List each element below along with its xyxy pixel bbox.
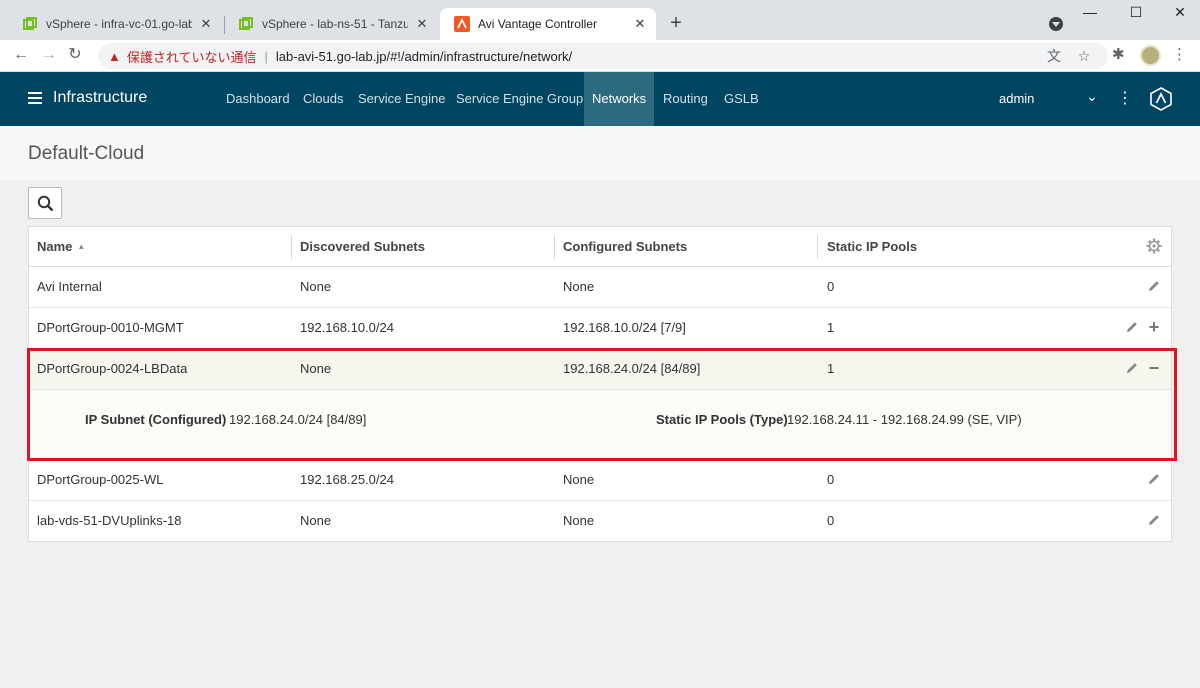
static-ip-pools-cell: 1: [827, 320, 835, 335]
column-divider[interactable]: [817, 235, 818, 259]
configured-subnets-cell: None: [563, 472, 595, 487]
search-button[interactable]: [28, 187, 62, 219]
forward-arrow-icon[interactable]: →: [38, 44, 60, 66]
address-bar[interactable]: ▲ 保護されていない通信 | lab-avi-51.go-lab.jp/#!/a…: [98, 43, 1108, 69]
static-ip-pools-cell: 0: [827, 513, 835, 528]
edit-pencil-icon[interactable]: [1147, 279, 1161, 293]
table-row[interactable]: DPortGroup-0025-WL 192.168.25.0/24 None …: [29, 460, 1171, 501]
column-header-label: Name: [37, 239, 73, 254]
column-header-name[interactable]: Name ▲: [29, 227, 85, 267]
vsphere-favicon-icon: [23, 17, 37, 30]
table-row[interactable]: Avi Internal None None 0: [29, 267, 1171, 308]
sort-ascending-icon: ▲: [77, 242, 86, 251]
table-row-selected[interactable]: DPortGroup-0024-LBData None 192.168.24.0…: [29, 349, 1171, 390]
table-header: Name ▲ Discovered Subnets Configured Subn…: [29, 227, 1171, 267]
ip-subnet-label: IP Subnet (Configured): [85, 412, 227, 427]
network-name: lab-vds-51-DVUplinks-18: [37, 513, 182, 528]
browser-tab-avi[interactable]: Avi Vantage Controller ✕: [440, 8, 656, 40]
page-title: Default-Cloud: [28, 143, 145, 164]
network-name: DPortGroup-0010-MGMT: [37, 320, 184, 335]
gear-icon[interactable]: [1146, 238, 1162, 254]
static-ip-pools-cell: 0: [827, 472, 835, 487]
static-ip-pools-label: Static IP Pools (Type): [656, 412, 788, 427]
networks-table: Name ▲ Discovered Subnets Configured Subn…: [28, 226, 1172, 542]
bookmark-star-icon[interactable]: ☆: [1074, 43, 1094, 69]
close-tab-icon[interactable]: ✕: [414, 16, 430, 32]
row-details-panel: IP Subnet (Configured) 192.168.24.0/24 […: [29, 390, 1171, 459]
maximize-button[interactable]: ☐: [1121, 4, 1151, 21]
browser-menu-icon[interactable]: ⋮: [1172, 45, 1187, 63]
browser-toolbar: ← → ↻ ▲ 保護されていない通信 | lab-avi-51.go-lab.j…: [0, 40, 1200, 72]
discovered-subnets-cell: None: [300, 279, 332, 294]
configured-subnets-cell: 192.168.24.0/24 [84/89]: [563, 361, 701, 376]
new-tab-button[interactable]: +: [666, 12, 686, 34]
close-tab-icon[interactable]: ✕: [632, 16, 648, 32]
app-section-title: Infrastructure: [53, 89, 148, 106]
window-close-button[interactable]: ✕: [1165, 4, 1195, 21]
ip-subnet-value: 192.168.24.0/24 [84/89]: [229, 412, 367, 427]
reload-icon[interactable]: ↻: [64, 44, 86, 66]
column-header-discovered-subnets[interactable]: Discovered Subnets: [292, 227, 425, 267]
security-warning[interactable]: 保護されていない通信: [127, 47, 257, 66]
search-icon: [37, 195, 54, 212]
edit-pencil-icon[interactable]: [1147, 513, 1161, 527]
url-text[interactable]: lab-avi-51.go-lab.jp/#!/admin/infrastruc…: [276, 49, 572, 64]
browser-tab-title: vSphere - lab-ns-51 - Tanzu Kube: [262, 17, 408, 31]
warning-icon: ▲: [108, 48, 121, 64]
nav-tab-gslb[interactable]: GSLB: [716, 72, 767, 126]
avi-favicon-icon: [454, 16, 470, 32]
nav-tab-service-engine[interactable]: Service Engine: [350, 72, 453, 126]
avi-logo-icon: [1150, 87, 1172, 111]
browser-tab-vsphere-infra[interactable]: vSphere - infra-vc-01.go-lab.jp - ✕: [8, 8, 222, 40]
table-row[interactable]: lab-vds-51-DVUplinks-18 None None 0: [29, 501, 1171, 542]
close-tab-icon[interactable]: ✕: [198, 16, 214, 32]
collapse-row-icon[interactable]: −: [1146, 358, 1162, 378]
expand-row-icon[interactable]: +: [1146, 317, 1162, 337]
discovered-subnets-cell: None: [300, 513, 332, 528]
static-ip-pools-cell: 1: [827, 361, 835, 376]
more-options-icon[interactable]: ⋮: [1117, 88, 1133, 108]
nav-tab-clouds[interactable]: Clouds: [295, 72, 351, 126]
discovered-subnets-cell: None: [300, 361, 332, 376]
minimize-button[interactable]: —: [1075, 4, 1105, 20]
hamburger-menu-icon[interactable]: [28, 92, 42, 104]
configured-subnets-cell: None: [563, 513, 595, 528]
discovered-subnets-cell: 192.168.10.0/24: [300, 320, 394, 335]
nav-tab-dashboard[interactable]: Dashboard: [218, 72, 298, 126]
edit-pencil-icon[interactable]: [1125, 320, 1139, 334]
static-ip-pools-cell: 0: [827, 279, 835, 294]
discovered-subnets-cell: 192.168.25.0/24: [300, 472, 394, 487]
user-menu-name[interactable]: admin: [999, 91, 1034, 106]
edit-pencil-icon[interactable]: [1147, 472, 1161, 486]
network-name: DPortGroup-0024-LBData: [37, 361, 188, 376]
translate-icon[interactable]: 文: [1044, 43, 1064, 69]
table-row[interactable]: DPortGroup-0010-MGMT 192.168.10.0/24 192…: [29, 308, 1171, 349]
profile-avatar[interactable]: [1140, 45, 1161, 66]
tab-search-icon[interactable]: [1049, 17, 1063, 31]
vsphere-favicon-icon: [239, 17, 253, 30]
static-ip-pools-value: 192.168.24.11 - 192.168.24.99 (SE, VIP): [787, 412, 1022, 427]
page-title-band: Default-Cloud: [0, 126, 1200, 180]
chevron-down-icon[interactable]: ⌄: [1086, 88, 1098, 105]
extensions-puzzle-icon[interactable]: ✱: [1112, 45, 1125, 63]
address-divider: |: [264, 48, 268, 64]
edit-pencil-icon[interactable]: [1125, 361, 1139, 375]
nav-tab-service-engine-group[interactable]: Service Engine Group: [448, 72, 591, 126]
configured-subnets-cell: None: [563, 279, 595, 294]
network-name: DPortGroup-0025-WL: [37, 472, 164, 487]
back-arrow-icon[interactable]: ←: [10, 44, 32, 66]
browser-tab-title: vSphere - infra-vc-01.go-lab.jp -: [46, 17, 192, 31]
nav-tab-networks[interactable]: Networks: [584, 72, 654, 126]
browser-tab-vsphere-tanzu[interactable]: vSphere - lab-ns-51 - Tanzu Kube ✕: [224, 8, 438, 40]
column-header-static-ip-pools[interactable]: Static IP Pools: [819, 227, 917, 267]
app-header: Infrastructure Dashboard Clouds Service …: [0, 72, 1200, 126]
column-header-configured-subnets[interactable]: Configured Subnets: [555, 227, 687, 267]
network-name: Avi Internal: [37, 279, 102, 294]
browser-tab-bar: vSphere - infra-vc-01.go-lab.jp - ✕ vSph…: [0, 0, 1200, 40]
browser-tab-title: Avi Vantage Controller: [478, 17, 597, 31]
nav-tab-routing[interactable]: Routing: [655, 72, 716, 126]
configured-subnets-cell: 192.168.10.0/24 [7/9]: [563, 320, 686, 335]
